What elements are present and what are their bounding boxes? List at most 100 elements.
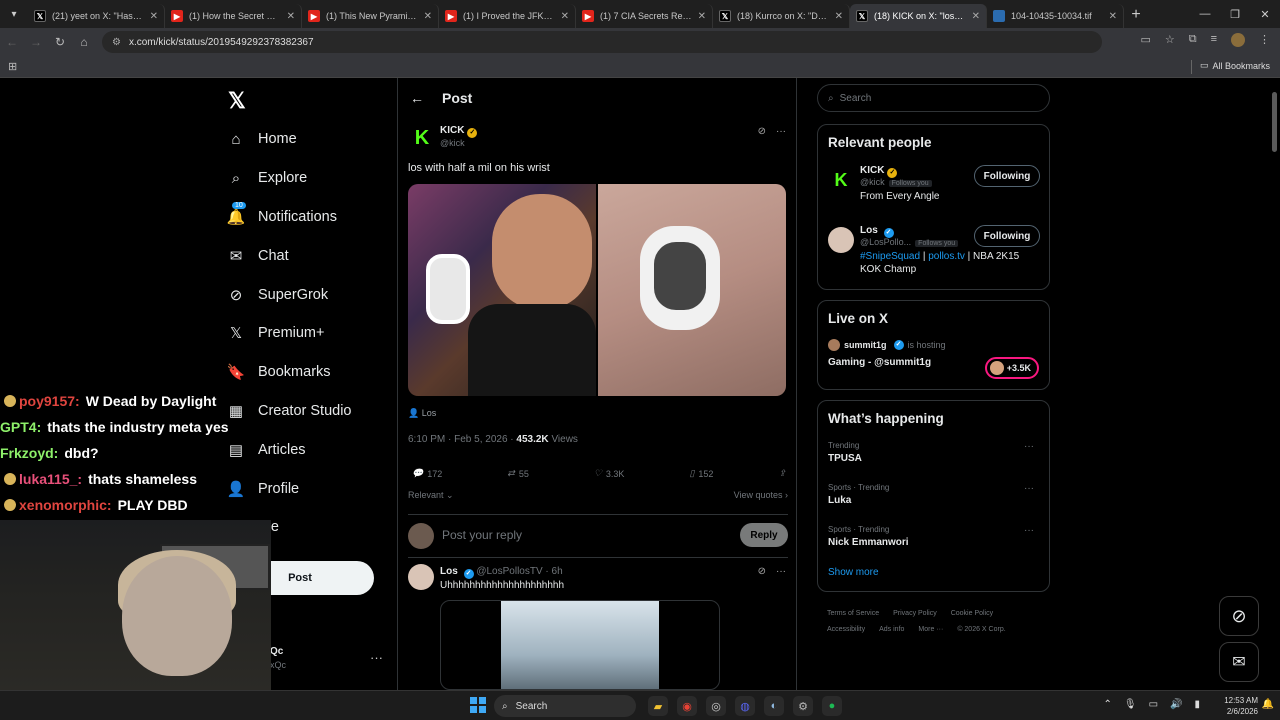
url-field[interactable]: ⚙ x.com/kick/status/2019549292378382367 bbox=[102, 31, 1102, 53]
tweet-author-handle[interactable]: @kick bbox=[440, 138, 465, 148]
close-tab-icon[interactable]: ✕ bbox=[287, 11, 295, 22]
hashtag-link[interactable]: #SnipeSquad bbox=[860, 251, 920, 262]
home-button[interactable]: ⌂ bbox=[72, 35, 96, 49]
browser-menu-icon[interactable]: ⋮ bbox=[1259, 33, 1270, 47]
close-tab-icon[interactable]: ✕ bbox=[1109, 11, 1117, 22]
windows-start-icon[interactable] bbox=[470, 697, 486, 713]
kick-avatar[interactable]: K bbox=[408, 124, 436, 152]
los-avatar[interactable] bbox=[828, 227, 854, 253]
minimize-button[interactable]: — bbox=[1190, 0, 1220, 28]
bookmark-action[interactable]: ▯ 152 bbox=[689, 468, 713, 479]
network-icon[interactable]: ▭ bbox=[1149, 699, 1158, 710]
close-window-button[interactable]: ✕ bbox=[1250, 0, 1280, 28]
close-tab-icon[interactable]: ✕ bbox=[424, 11, 432, 22]
spotify-icon[interactable]: ● bbox=[822, 696, 842, 716]
view-quotes-link[interactable]: View quotes › bbox=[734, 490, 788, 500]
media-photo-2[interactable] bbox=[598, 184, 786, 396]
tweet-time[interactable]: 6:10 PM · Feb 5, 2026 · bbox=[408, 434, 514, 445]
file-explorer-icon[interactable]: ▰ bbox=[648, 696, 668, 716]
back-arrow-icon[interactable]: ← bbox=[410, 90, 424, 106]
footer-link[interactable]: More ··· bbox=[918, 626, 943, 633]
media-photo-1[interactable] bbox=[408, 184, 596, 396]
more-icon[interactable]: ··· bbox=[1024, 441, 1034, 452]
page-scrollbar[interactable] bbox=[1270, 80, 1280, 690]
repost-action[interactable]: ⇄ 55 bbox=[507, 468, 529, 479]
forward-button[interactable]: → bbox=[24, 35, 48, 49]
grok-floating-button[interactable]: ⊘ bbox=[1219, 596, 1259, 636]
footer-link[interactable]: Cookie Policy bbox=[951, 610, 993, 617]
scrollbar-thumb[interactable] bbox=[1272, 92, 1277, 152]
grok-icon[interactable]: ⊘ bbox=[758, 126, 766, 137]
more-icon[interactable]: ··· bbox=[776, 566, 786, 577]
tagged-users[interactable]: 👤 Los bbox=[408, 408, 436, 419]
sidebar-item-bookmarks[interactable]: 🔖 Bookmarks bbox=[226, 353, 352, 392]
taskbar-clock[interactable]: 12:53 AM 2/6/2026 bbox=[1224, 695, 1258, 717]
extensions-icon[interactable]: ⧉ bbox=[1189, 33, 1197, 47]
grok-icon[interactable]: ⊘ bbox=[758, 566, 766, 577]
tab-search-button[interactable]: ▾ bbox=[0, 0, 28, 28]
person-los[interactable]: Los ✓ @LosPollo... Follows you #SnipeSqua… bbox=[828, 225, 1040, 281]
browser-tab[interactable]: ▶ (1) How the Secret Servic ✕ bbox=[165, 4, 302, 28]
close-tab-icon[interactable]: ✕ bbox=[835, 11, 843, 22]
close-tab-icon[interactable]: ✕ bbox=[150, 11, 158, 22]
live-stream-title[interactable]: Gaming - @summit1g bbox=[828, 357, 931, 368]
sort-replies-dropdown[interactable]: Relevant ⌄ bbox=[408, 490, 454, 501]
person-kick[interactable]: K KICK ✓ @kick Follows you From Every Angl… bbox=[828, 165, 1040, 209]
sidebar-item-notifications[interactable]: 🔔 10 Notifications bbox=[226, 198, 352, 237]
messages-floating-button[interactable]: ✉ bbox=[1219, 642, 1259, 682]
footer-link[interactable]: Ads info bbox=[879, 626, 904, 633]
browser-tab[interactable]: 𝕏 (21) yeet on X: "Hasan ge ✕ bbox=[28, 4, 165, 28]
more-icon[interactable]: ··· bbox=[1024, 483, 1034, 494]
close-tab-icon[interactable]: ✕ bbox=[972, 11, 980, 22]
trend-item[interactable]: Sports · Trending Luka ··· bbox=[828, 483, 1040, 506]
browser-tab[interactable]: 𝕏 (18) KICK on X: "los with h ✕ bbox=[850, 4, 987, 28]
reply-author-avatar[interactable] bbox=[408, 564, 434, 590]
bio-url-link[interactable]: pollos.tv bbox=[928, 251, 965, 262]
sidebar-item-chat[interactable]: ✉ Chat bbox=[226, 236, 352, 275]
tweet-author-name[interactable]: KICK ✓ bbox=[440, 125, 478, 138]
following-button[interactable]: Following bbox=[974, 225, 1040, 247]
site-info-icon[interactable]: ⚙ bbox=[112, 37, 121, 48]
taskbar-search[interactable]: ⌕ Search bbox=[494, 695, 636, 717]
reload-button[interactable]: ↻ bbox=[48, 35, 72, 49]
cast-icon[interactable]: ▭ bbox=[1140, 33, 1150, 47]
trend-item[interactable]: Trending TPUSA ··· bbox=[828, 441, 1040, 464]
footer-link[interactable]: Terms of Service bbox=[827, 610, 879, 617]
search-input[interactable]: ⌕ Search bbox=[817, 84, 1050, 112]
reply-input[interactable]: Post your reply bbox=[442, 528, 522, 542]
browser-tab[interactable]: ▶ (1) This New Pyramid The ✕ bbox=[302, 4, 439, 28]
volume-icon[interactable]: 🔊 bbox=[1170, 699, 1182, 710]
new-tab-button[interactable]: + bbox=[1124, 6, 1148, 24]
browser-tab[interactable]: ▶ (1) I Proved the JFK Consp ✕ bbox=[439, 4, 576, 28]
reply-media[interactable] bbox=[440, 600, 720, 690]
browser-tab[interactable]: 104-10435-10034.tif ✕ bbox=[987, 4, 1124, 28]
sidebar-item-home[interactable]: ⌂ Home bbox=[226, 120, 352, 159]
more-icon[interactable]: ··· bbox=[776, 126, 786, 137]
browser-tab[interactable]: 𝕏 (18) Kurrco on X: "DRAKE ✕ bbox=[713, 4, 850, 28]
notification-bell-icon[interactable]: 🔔 bbox=[1262, 699, 1274, 710]
battery-icon[interactable]: ▮ bbox=[1194, 699, 1200, 710]
sidebar-item-explore[interactable]: ⌕ Explore bbox=[226, 159, 352, 198]
chevron-up-icon[interactable]: ⌃ bbox=[1103, 699, 1111, 710]
discord-icon[interactable]: ◍ bbox=[735, 696, 755, 716]
reply-button[interactable]: Reply bbox=[740, 523, 788, 547]
following-button[interactable]: Following bbox=[974, 165, 1040, 187]
all-bookmarks-button[interactable]: ▭ All Bookmarks bbox=[1200, 60, 1270, 71]
footer-link[interactable]: Privacy Policy bbox=[893, 610, 937, 617]
reply-author[interactable]: Los ✓ @LosPollosTV · 6h bbox=[440, 566, 563, 579]
live-host[interactable]: summit1g ✓ is hosting bbox=[828, 339, 946, 351]
show-more-link[interactable]: Show more bbox=[828, 567, 879, 578]
apps-grid-icon[interactable]: ⊞ bbox=[8, 60, 17, 73]
kick-avatar[interactable]: K bbox=[828, 167, 854, 193]
share-action[interactable]: ⇪ bbox=[778, 468, 786, 479]
like-action[interactable]: ♡ 3.3K bbox=[594, 468, 625, 479]
settings-icon[interactable]: ⚙ bbox=[793, 696, 813, 716]
star-icon[interactable]: ☆ bbox=[1165, 33, 1175, 47]
close-tab-icon[interactable]: ✕ bbox=[698, 11, 706, 22]
live-listeners-badge[interactable]: +3.5K bbox=[985, 357, 1039, 379]
steam-icon[interactable]: ◐ bbox=[764, 696, 784, 716]
back-button[interactable]: ← bbox=[0, 35, 24, 49]
close-tab-icon[interactable]: ✕ bbox=[561, 11, 569, 22]
sidebar-item-supergrok[interactable]: ⊘ SuperGrok bbox=[226, 275, 352, 314]
github-icon[interactable]: ◎ bbox=[706, 696, 726, 716]
